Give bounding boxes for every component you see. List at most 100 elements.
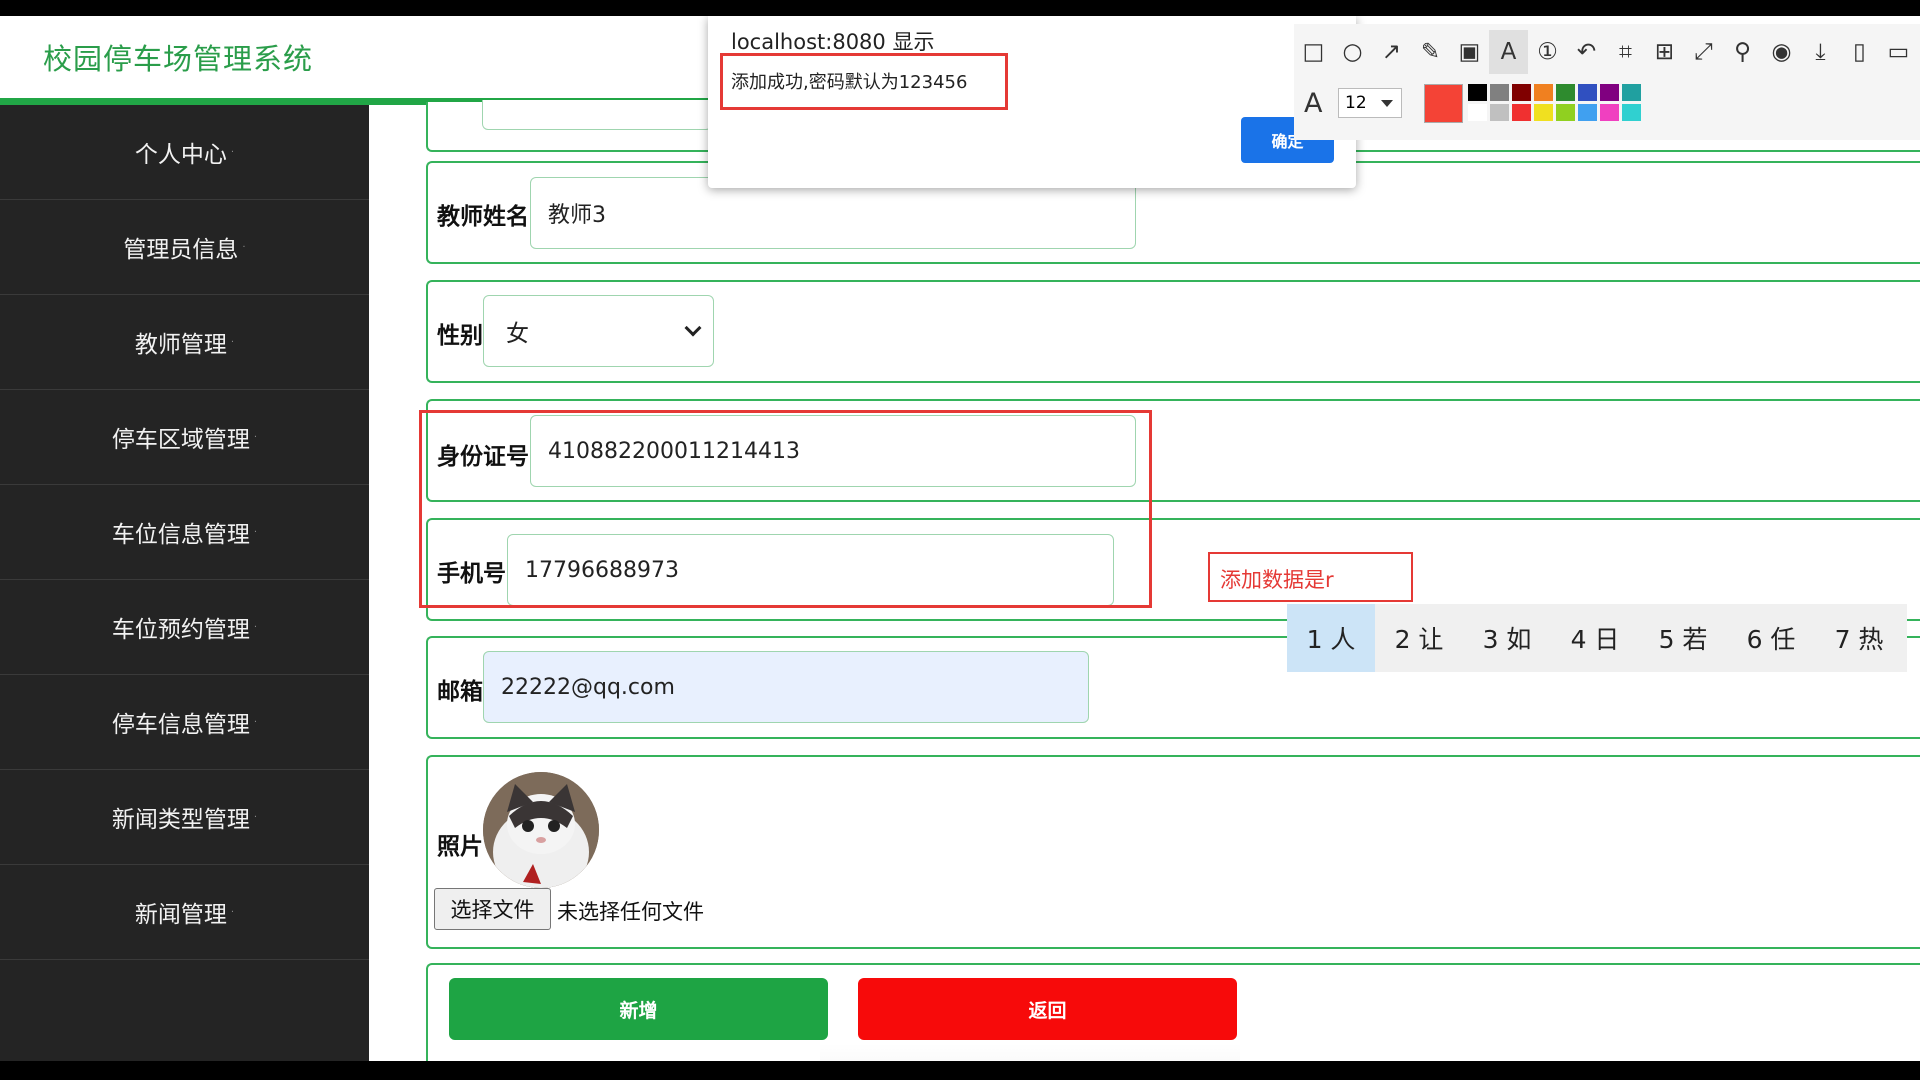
dialog-title: localhost:8080 显示	[731, 30, 935, 54]
font-size-select[interactable]: 12	[1338, 88, 1402, 118]
toolbar-tools-row: □ ○ ↗ ✎ ▣ A ① ↶ ⌗ ⊞ ⤢ ⚲ ◉ ⤓ ▯ ▭	[1294, 30, 1918, 74]
device-icon[interactable]: ▯	[1840, 30, 1879, 74]
text-tool-icon[interactable]: A	[1489, 30, 1528, 74]
no-file-text: 未选择任何文件	[557, 900, 704, 924]
font-icon: A	[1304, 88, 1323, 119]
dot-icon: ·	[253, 716, 258, 728]
gender-label: 性别	[437, 323, 483, 349]
dot-icon: ·	[230, 146, 235, 158]
circle-icon[interactable]: ○	[1333, 30, 1372, 74]
color-palette	[1468, 84, 1648, 121]
number-marker-icon[interactable]: ①	[1528, 30, 1567, 74]
sidebar-item-label: 管理员信息	[123, 237, 239, 263]
cat-image	[483, 772, 599, 888]
color-swatch[interactable]	[1578, 104, 1597, 121]
dot-icon: ·	[253, 431, 258, 443]
sidebar-item-admin-info[interactable]: 管理员信息 ·	[0, 200, 369, 295]
sidebar-item-label: 教师管理	[134, 332, 227, 358]
ime-candidate[interactable]: 6 任	[1727, 604, 1815, 672]
sidebar-item-label: 车位信息管理	[111, 522, 250, 548]
long-screenshot-icon[interactable]: ⤢	[1684, 30, 1723, 74]
sidebar-item-space-reservation[interactable]: 车位预约管理 ·	[0, 580, 369, 675]
color-swatch[interactable]	[1468, 84, 1487, 101]
color-swatch[interactable]	[1578, 84, 1597, 101]
dialog-message: 添加成功,密码默认为123456	[731, 72, 968, 93]
color-swatch[interactable]	[1512, 84, 1531, 101]
ime-candidate[interactable]: 1 人	[1287, 604, 1375, 672]
screenshot-toolbar: □ ○ ↗ ✎ ▣ A ① ↶ ⌗ ⊞ ⤢ ⚲ ◉ ⤓ ▯ ▭ A 12	[1294, 24, 1920, 140]
dot-icon: ·	[242, 241, 246, 253]
sidebar-item-space-info[interactable]: 车位信息管理 ·	[0, 485, 369, 580]
arrow-icon[interactable]: ↗	[1372, 30, 1411, 74]
app-title: 校园停车场管理系统	[43, 42, 314, 76]
teacher-name-label: 教师姓名	[437, 204, 529, 230]
sidebar-item-label: 新闻类型管理	[111, 807, 250, 833]
translate-icon[interactable]: ⊞	[1645, 30, 1684, 74]
browser-page: 校园停车场管理系统 个人中心 · 管理员信息 · 教师管理 · 停车区域管理 · 车位信…	[0, 16, 1920, 1061]
sidebar: 个人中心 · 管理员信息 · 教师管理 · 停车区域管理 · 车位信息管理 · 车位预约管…	[0, 105, 369, 1061]
crop-icon[interactable]: ⌗	[1606, 30, 1645, 74]
record-icon[interactable]: ◉	[1762, 30, 1801, 74]
color-swatch[interactable]	[1556, 104, 1575, 121]
previous-input[interactable]	[482, 100, 712, 130]
font-size-value: 12	[1345, 93, 1367, 113]
dot-icon: ·	[253, 621, 258, 633]
gender-select[interactable]: 女	[483, 295, 714, 367]
dot-icon: ·	[253, 811, 258, 823]
current-color-swatch[interactable]	[1424, 84, 1463, 123]
sidebar-item-label: 新闻管理	[134, 902, 227, 928]
pencil-icon[interactable]: ✎	[1411, 30, 1450, 74]
screen-icon[interactable]: ▭	[1879, 30, 1918, 74]
sidebar-item-teacher-management[interactable]: 教师管理 ·	[0, 295, 369, 390]
sidebar-item-label: 停车信息管理	[111, 712, 250, 738]
form-row-gender: 性别 女	[426, 280, 1920, 383]
sidebar-item-personal-center[interactable]: 个人中心 ·	[0, 105, 369, 200]
sidebar-item-parking-area[interactable]: 停车区域管理 ·	[0, 390, 369, 485]
ime-candidate[interactable]: 2 让	[1375, 604, 1463, 672]
color-swatch[interactable]	[1622, 104, 1641, 121]
download-icon[interactable]: ⤓	[1801, 30, 1840, 74]
sidebar-item-label: 车位预约管理	[111, 617, 250, 643]
color-swatch[interactable]	[1468, 104, 1487, 121]
sidebar-item-news-type[interactable]: 新闻类型管理 ·	[0, 770, 369, 865]
highlight-annotation-box	[419, 410, 1152, 608]
photo-label: 照片	[437, 834, 483, 860]
screen: 校园停车场管理系统 个人中心 · 管理员信息 · 教师管理 · 停车区域管理 · 车位信…	[0, 0, 1920, 1080]
ime-candidate[interactable]: 5 若	[1639, 604, 1727, 672]
mosaic-icon[interactable]: ▣	[1450, 30, 1489, 74]
back-button[interactable]: 返回	[858, 978, 1237, 1040]
add-button[interactable]: 新增	[449, 978, 828, 1040]
gender-selected-value: 女	[506, 321, 529, 347]
dot-icon: ·	[253, 526, 258, 538]
ime-candidate[interactable]: 7 热	[1815, 604, 1903, 672]
undo-icon[interactable]: ↶	[1567, 30, 1606, 74]
color-swatch[interactable]	[1534, 84, 1553, 101]
color-swatch[interactable]	[1600, 84, 1619, 101]
dot-icon: ·	[230, 336, 235, 348]
email-input[interactable]: 22222@qq.com	[483, 651, 1089, 723]
ime-candidate-bar: 1 人2 让3 如4 日5 若6 任7 热	[1287, 604, 1907, 672]
dot-icon: ·	[230, 906, 235, 918]
color-swatch[interactable]	[1600, 104, 1619, 121]
sidebar-item-news-management[interactable]: 新闻管理 ·	[0, 865, 369, 960]
color-swatch[interactable]	[1534, 104, 1553, 121]
pin-icon[interactable]: ⚲	[1723, 30, 1762, 74]
choose-file-button[interactable]: 选择文件	[434, 888, 551, 930]
color-swatch[interactable]	[1490, 104, 1509, 121]
ime-candidate[interactable]: 4 日	[1551, 604, 1639, 672]
caret-down-icon	[1381, 100, 1393, 107]
color-swatch[interactable]	[1490, 84, 1509, 101]
ime-candidate[interactable]: 3 如	[1463, 604, 1551, 672]
color-swatch[interactable]	[1556, 84, 1575, 101]
video-overlay-fragment	[820, 1044, 1240, 1061]
text-annotation-box[interactable]: 添加数据是r	[1208, 552, 1413, 602]
rectangle-icon[interactable]: □	[1294, 30, 1333, 74]
color-swatch[interactable]	[1622, 84, 1641, 101]
email-label: 邮箱	[437, 679, 483, 705]
color-swatch[interactable]	[1512, 104, 1531, 121]
cat-photo-avatar	[483, 772, 599, 888]
sidebar-item-label: 停车区域管理	[111, 427, 250, 453]
sidebar-item-label: 个人中心	[134, 142, 227, 168]
sidebar-item-parking-info[interactable]: 停车信息管理 ·	[0, 675, 369, 770]
alert-dialog: localhost:8080 显示 添加成功,密码默认为123456 确定	[708, 16, 1356, 188]
